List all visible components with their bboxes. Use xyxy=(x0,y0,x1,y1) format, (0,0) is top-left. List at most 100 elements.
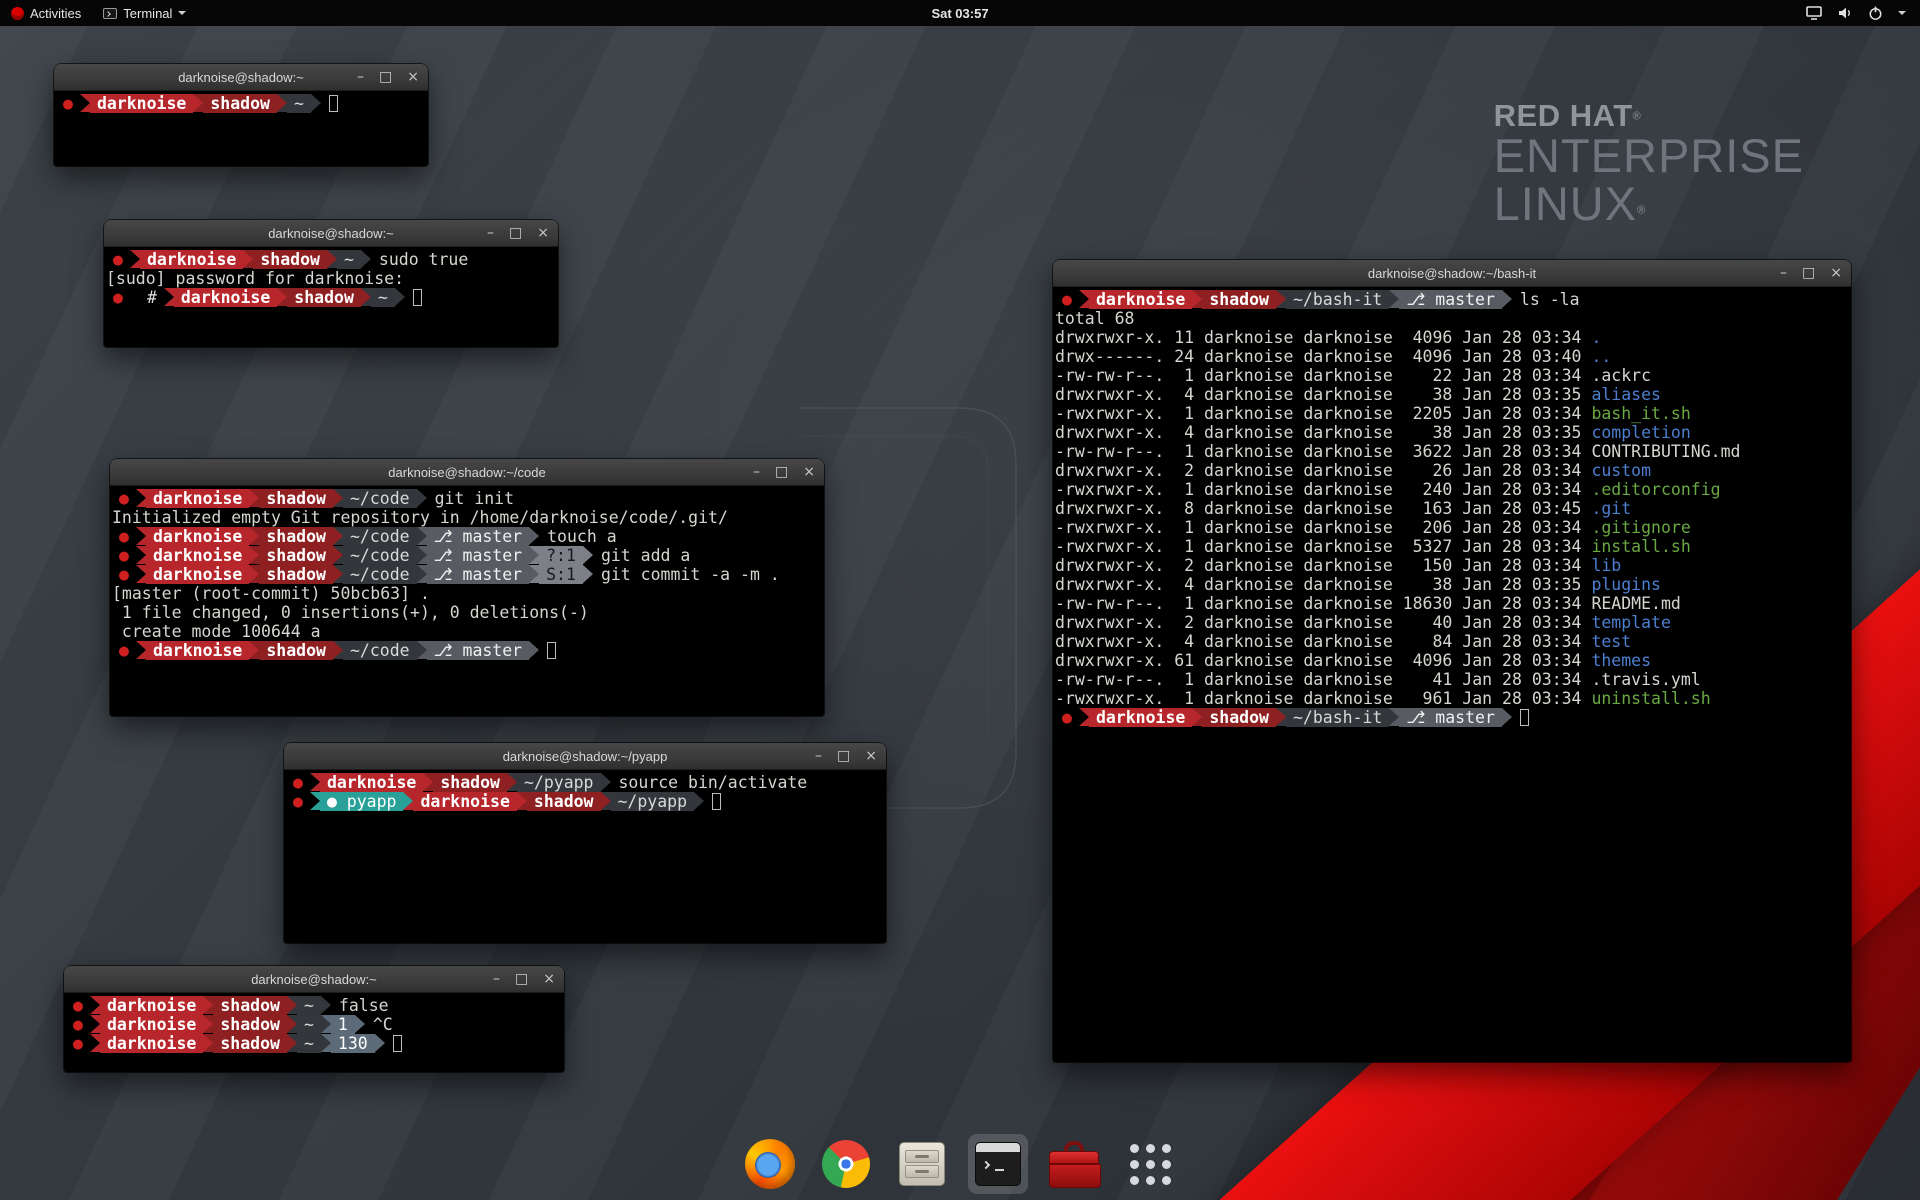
app-grid-icon[interactable] xyxy=(1120,1134,1180,1194)
window-titlebar[interactable]: darknoise@shadow:~/pyapp – □ × xyxy=(284,743,886,770)
window-title: darknoise@shadow:~/code xyxy=(388,465,545,480)
terminal-output-line: drwxrwxr-x. 4 darknoise darknoise 38 Jan… xyxy=(1055,423,1849,442)
terminal-window-home-sudo: darknoise@shadow:~ – □ × ●darknoiseshado… xyxy=(104,220,558,347)
files-icon[interactable] xyxy=(892,1134,952,1194)
terminal-output-line: -rwxrwxr-x. 1 darknoise darknoise 240 Ja… xyxy=(1055,480,1849,499)
terminal-output-line: [sudo] password for darknoise: xyxy=(106,269,556,288)
maximize-button[interactable]: □ xyxy=(515,972,528,986)
registered-mark: ® xyxy=(1633,111,1641,123)
terminal-prompt-line: ●#darknoiseshadow~ xyxy=(106,288,556,307)
firefox-icon[interactable] xyxy=(740,1134,800,1194)
terminal-content[interactable]: ●darknoiseshadow~false●darknoiseshadow~1… xyxy=(64,993,564,1072)
terminal-prompt-line: ●● pyappdarknoiseshadow~/pyapp xyxy=(286,792,884,811)
terminal-content[interactable]: ●darknoiseshadow~/codegit initInitialize… xyxy=(110,486,824,716)
clock[interactable]: Sat 03:57 xyxy=(931,6,988,21)
terminal-prompt-line: ●darknoiseshadow~130 xyxy=(66,1034,562,1053)
terminal-output-line: drwxrwxr-x. 2 darknoise darknoise 150 Ja… xyxy=(1055,556,1849,575)
terminal-output-line: drwxrwxr-x. 4 darknoise darknoise 84 Jan… xyxy=(1055,632,1849,651)
window-titlebar[interactable]: darknoise@shadow:~/bash-it – □ × xyxy=(1053,260,1851,287)
window-title: darknoise@shadow:~/bash-it xyxy=(1368,266,1536,281)
terminal-output-line: -rw-rw-r--. 1 darknoise darknoise 41 Jan… xyxy=(1055,670,1849,689)
close-button[interactable]: × xyxy=(865,749,877,763)
terminal-output-line: drwxrwxr-x. 11 darknoise darknoise 4096 … xyxy=(1055,328,1849,347)
terminal-output-line: drwxrwxr-x. 8 darknoise darknoise 163 Ja… xyxy=(1055,499,1849,518)
terminal-prompt-line: ●darknoiseshadow~ xyxy=(56,94,426,113)
close-button[interactable]: × xyxy=(537,226,549,240)
toolbox-icon[interactable] xyxy=(1044,1134,1104,1194)
terminal-output-line: -rwxrwxr-x. 1 darknoise darknoise 5327 J… xyxy=(1055,537,1849,556)
volume-icon[interactable] xyxy=(1837,6,1853,20)
app-menu-terminal[interactable]: Terminal xyxy=(92,0,197,26)
terminal-prompt-line: ●darknoiseshadow~/codegit init xyxy=(112,489,822,508)
window-title: darknoise@shadow:~ xyxy=(251,972,377,987)
terminal-output-line: -rw-rw-r--. 1 darknoise darknoise 18630 … xyxy=(1055,594,1849,613)
minimize-button[interactable]: – xyxy=(487,226,494,240)
terminal-content[interactable]: ●darknoiseshadow~sudo true[sudo] passwor… xyxy=(104,247,558,347)
terminal-mini-icon xyxy=(103,8,117,19)
close-button[interactable]: × xyxy=(407,70,419,84)
chrome-icon[interactable] xyxy=(816,1134,876,1194)
brand-linux-text: LINUX xyxy=(1494,177,1637,230)
window-title: darknoise@shadow:~ xyxy=(178,70,304,85)
minimize-button[interactable]: – xyxy=(493,972,500,986)
maximize-button[interactable]: □ xyxy=(837,749,850,763)
terminal-cursor xyxy=(547,642,556,659)
terminal-output-line: Initialized empty Git repository in /hom… xyxy=(112,508,822,527)
terminal-output-line: -rw-rw-r--. 1 darknoise darknoise 3622 J… xyxy=(1055,442,1849,461)
terminal-prompt-line: ●darknoiseshadow~sudo true xyxy=(106,250,556,269)
close-button[interactable]: × xyxy=(803,465,815,479)
terminal-output-line: drwxrwxr-x. 4 darknoise darknoise 38 Jan… xyxy=(1055,385,1849,404)
terminal-icon[interactable] xyxy=(968,1134,1028,1194)
close-button[interactable]: × xyxy=(1830,266,1842,280)
window-titlebar[interactable]: darknoise@shadow:~ – □ × xyxy=(64,966,564,993)
minimize-button[interactable]: – xyxy=(1780,266,1787,280)
window-titlebar[interactable]: darknoise@shadow:~ – □ × xyxy=(104,220,558,247)
minimize-button[interactable]: – xyxy=(357,70,364,84)
window-title: darknoise@shadow:~/pyapp xyxy=(503,749,668,764)
terminal-window-home-1: darknoise@shadow:~ – □ × ●darknoiseshado… xyxy=(54,64,428,166)
terminal-window-home-exitcodes: darknoise@shadow:~ – □ × ●darknoiseshado… xyxy=(64,966,564,1072)
activities-button[interactable]: Activities xyxy=(0,0,92,26)
terminal-output-line: -rwxrwxr-x. 1 darknoise darknoise 961 Ja… xyxy=(1055,689,1849,708)
window-titlebar[interactable]: darknoise@shadow:~ – □ × xyxy=(54,64,428,91)
terminal-output-line: drwxrwxr-x. 2 darknoise darknoise 26 Jan… xyxy=(1055,461,1849,480)
terminal-output-line: -rwxrwxr-x. 1 darknoise darknoise 2205 J… xyxy=(1055,404,1849,423)
redhat-fedora-icon xyxy=(11,7,24,20)
top-bar: Activities Terminal Sat 03:57 xyxy=(0,0,1920,26)
window-titlebar[interactable]: darknoise@shadow:~/code – □ × xyxy=(110,459,824,486)
app-menu-label: Terminal xyxy=(123,6,172,21)
rhel-branding: RED HAT® ENTERPRISE LINUX® xyxy=(1494,100,1804,227)
power-icon[interactable] xyxy=(1868,5,1883,21)
terminal-prompt-line: ●darknoiseshadow~1^C xyxy=(66,1015,562,1034)
maximize-button[interactable]: □ xyxy=(379,70,392,84)
registered-mark: ® xyxy=(1637,204,1645,216)
terminal-prompt-line: ●darknoiseshadow~/code⎇ master xyxy=(112,641,822,660)
terminal-window-pyapp: darknoise@shadow:~/pyapp – □ × ●darknois… xyxy=(284,743,886,943)
terminal-prompt-line: ●darknoiseshadow~/pyappsource bin/activa… xyxy=(286,773,884,792)
display-icon[interactable] xyxy=(1806,6,1822,20)
status-area[interactable] xyxy=(1806,0,1920,26)
terminal-window-code: darknoise@shadow:~/code – □ × ●darknoise… xyxy=(110,459,824,716)
window-title: darknoise@shadow:~ xyxy=(268,226,394,241)
maximize-button[interactable]: □ xyxy=(1802,266,1815,280)
terminal-output-line: -rwxrwxr-x. 1 darknoise darknoise 206 Ja… xyxy=(1055,518,1849,537)
minimize-button[interactable]: – xyxy=(815,749,822,763)
close-button[interactable]: × xyxy=(543,972,555,986)
chevron-down-icon xyxy=(178,11,186,15)
terminal-content[interactable]: ●darknoiseshadow~ xyxy=(54,91,428,166)
maximize-button[interactable]: □ xyxy=(775,465,788,479)
terminal-cursor xyxy=(413,289,422,306)
terminal-prompt-line: ●darknoiseshadow~/bash-it⎇ master xyxy=(1055,708,1849,727)
terminal-output-line: -rw-rw-r--. 1 darknoise darknoise 22 Jan… xyxy=(1055,366,1849,385)
terminal-content[interactable]: ●darknoiseshadow~/pyappsource bin/activa… xyxy=(284,770,886,943)
terminal-prompt-line: ●darknoiseshadow~false xyxy=(66,996,562,1015)
maximize-button[interactable]: □ xyxy=(509,226,522,240)
activities-label: Activities xyxy=(30,6,81,21)
terminal-prompt-line: ●darknoiseshadow~/code⎇ mastertouch a xyxy=(112,527,822,546)
minimize-button[interactable]: – xyxy=(753,465,760,479)
brand-redhat-text: RED HAT xyxy=(1494,98,1633,133)
terminal-content[interactable]: ●darknoiseshadow~/bash-it⎇ masterls -lat… xyxy=(1053,287,1851,1062)
terminal-output-line: drwxrwxr-x. 4 darknoise darknoise 38 Jan… xyxy=(1055,575,1849,594)
terminal-window-bash-it: darknoise@shadow:~/bash-it – □ × ●darkno… xyxy=(1053,260,1851,1062)
terminal-cursor xyxy=(393,1035,402,1052)
